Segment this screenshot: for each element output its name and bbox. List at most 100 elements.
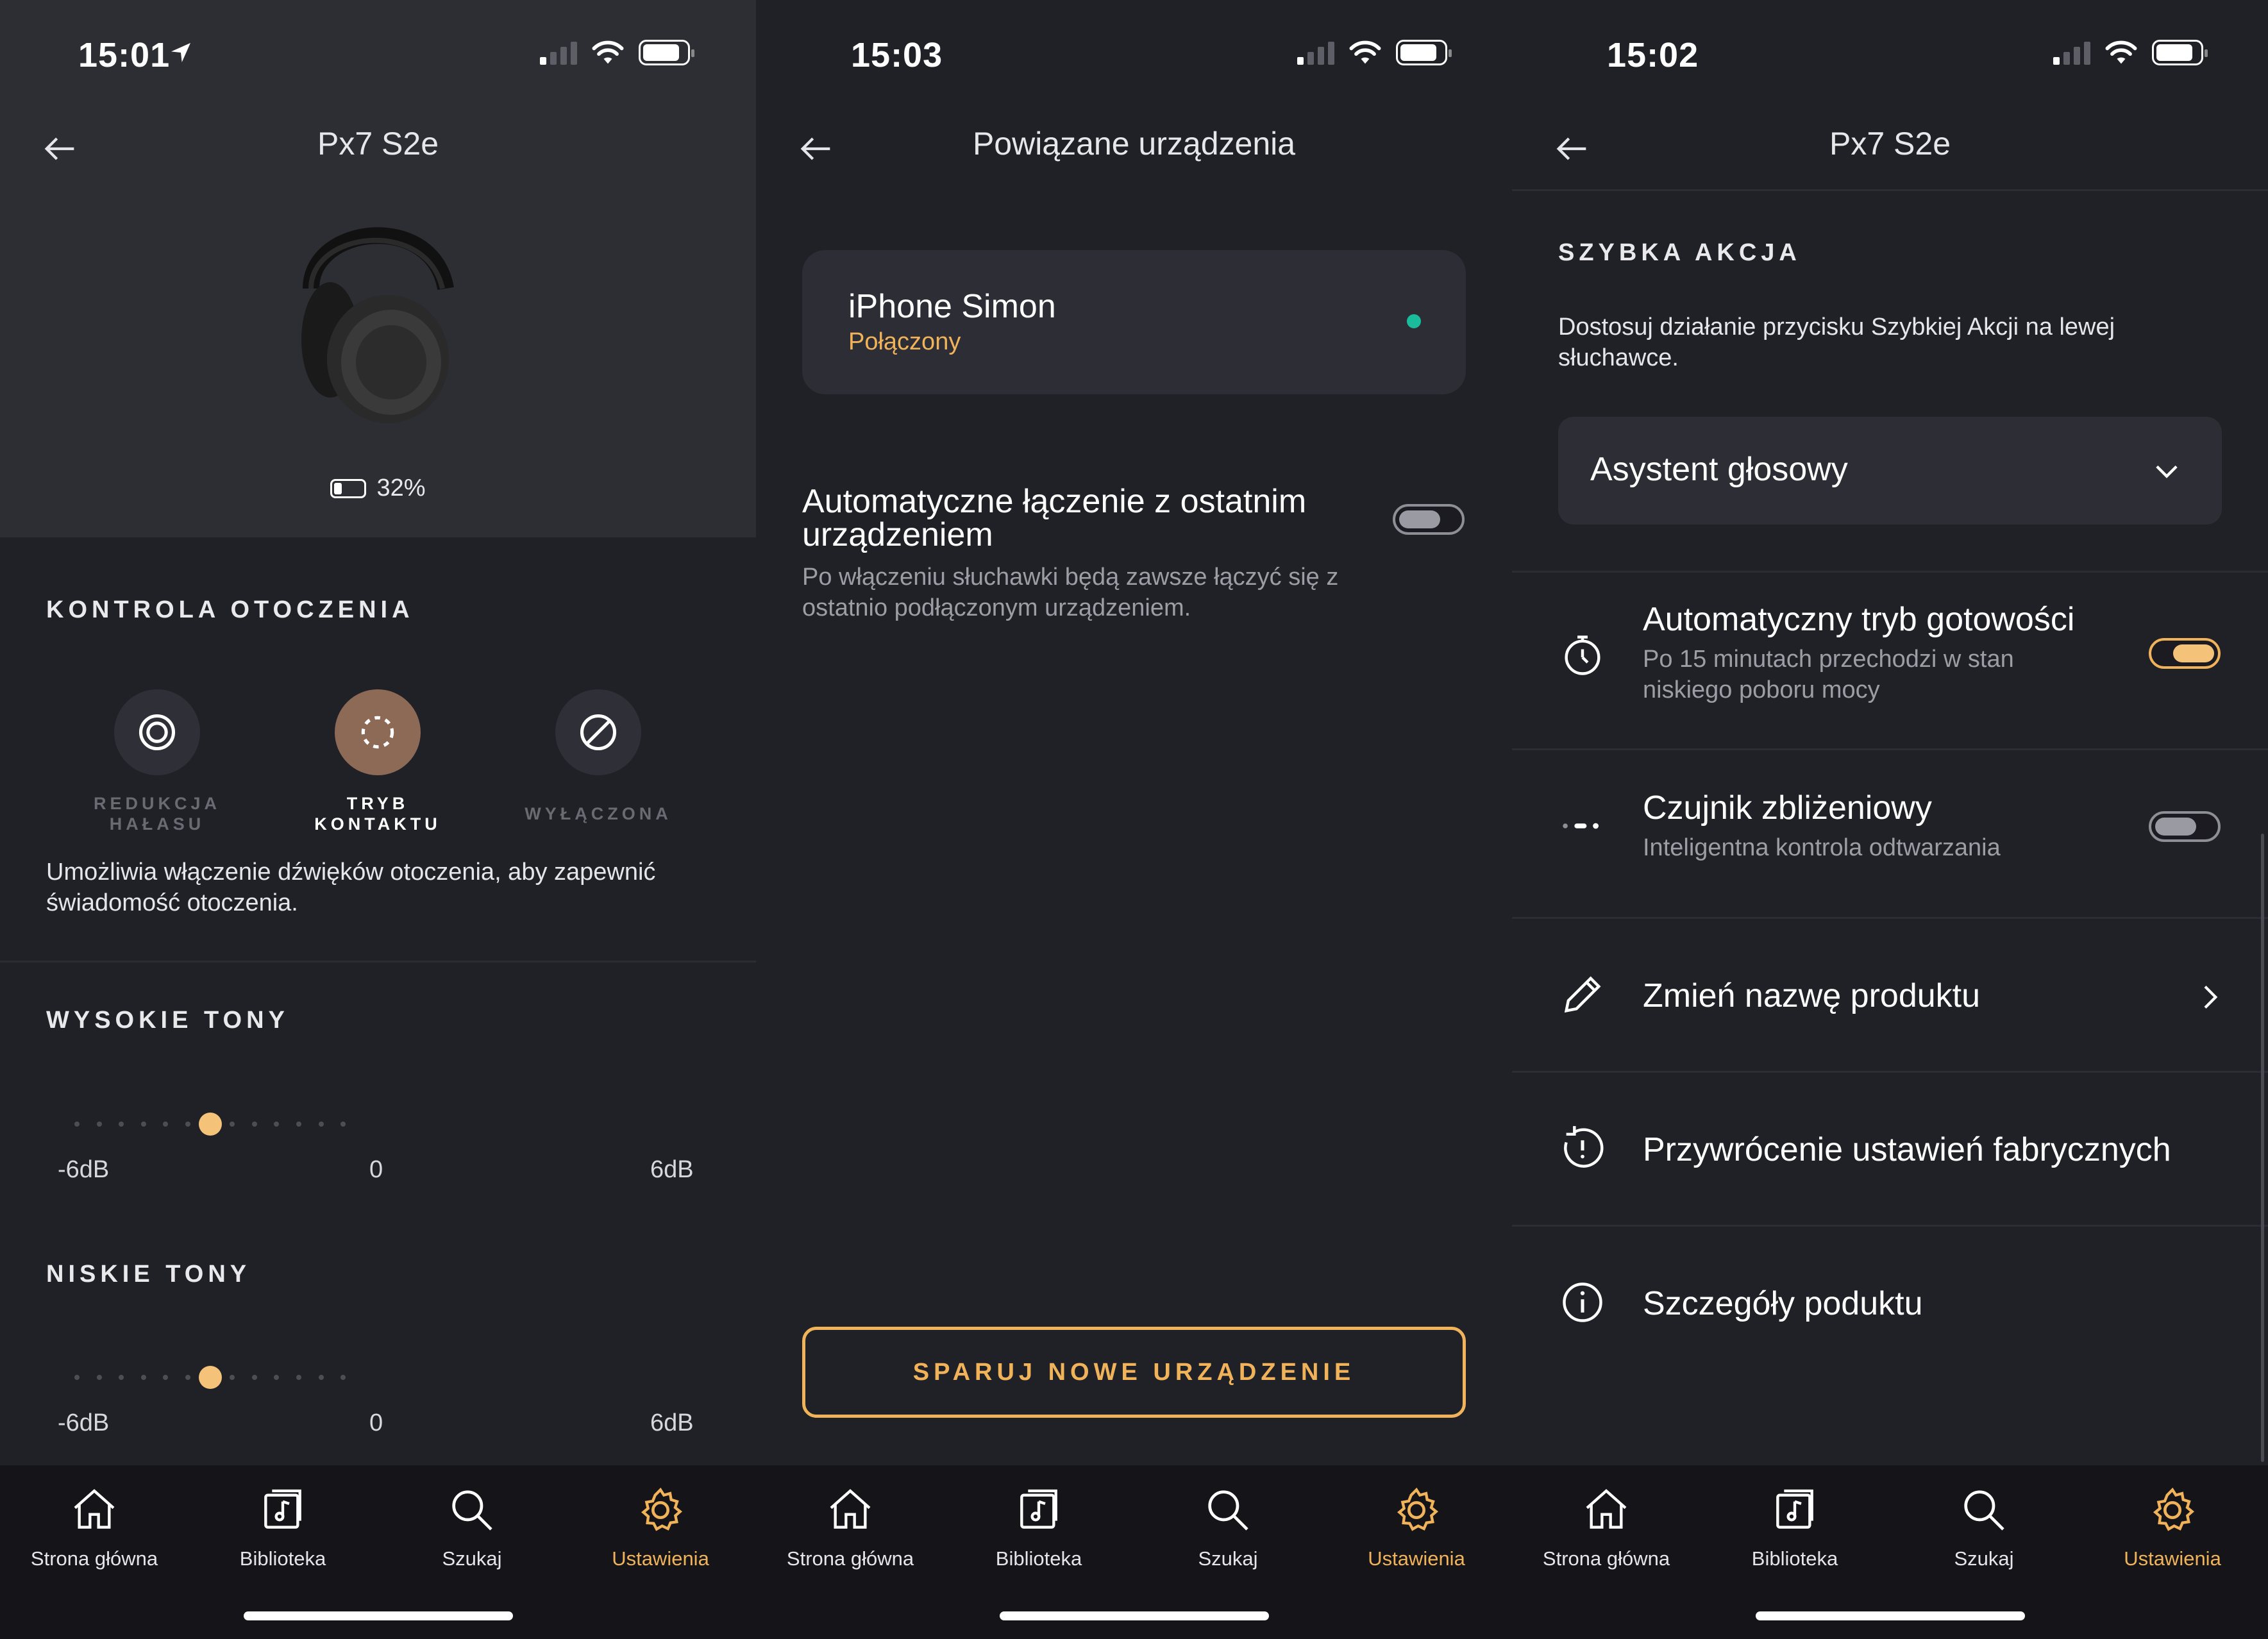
slider-step-dot[interactable] — [340, 1375, 346, 1380]
page-title: Px7 S2e — [317, 126, 439, 162]
standby-toggle[interactable] — [2149, 638, 2221, 669]
cellular-signal-icon — [540, 40, 577, 65]
rename-product-row[interactable]: Zmień nazwę produktu — [1512, 919, 2256, 1071]
ambient-description: Umożliwia włączenie dźwięków otoczenia, … — [46, 859, 656, 916]
quick-action-value: Asystent głosowy — [1590, 451, 1848, 488]
rename-label: Zmień nazwę produktu — [1643, 977, 1981, 1014]
pair-new-device-button[interactable]: SPARUJ NOWE URZĄDZENIE — [802, 1327, 1466, 1418]
mode-label: TRYB KONTAKTU — [314, 794, 441, 834]
slider-step-dot[interactable] — [163, 1375, 169, 1380]
treble-scale: -6dB 0 6dB — [46, 1156, 713, 1195]
tab-home[interactable]: Strona główna — [0, 1484, 189, 1570]
status-icons — [1297, 40, 1452, 65]
slider-step-dot[interactable] — [185, 1375, 190, 1380]
tab-label: Biblioteka — [239, 1547, 326, 1570]
proximity-toggle[interactable] — [2149, 811, 2221, 842]
bass-scale: -6dB 0 6dB — [46, 1409, 713, 1448]
mode-noise-cancelling[interactable]: REDUKCJA HAŁASU — [74, 689, 240, 834]
tab-library[interactable]: Biblioteka — [189, 1484, 377, 1570]
slider-step-dot[interactable] — [296, 1122, 301, 1127]
bass-label: NISKIE TONY — [46, 1261, 251, 1288]
slider-step-dot[interactable] — [96, 1375, 102, 1380]
proximity-title: Czujnik zbliżeniowy — [1643, 789, 1932, 827]
slider-step-dot[interactable] — [119, 1122, 124, 1127]
slider-step-dot[interactable] — [74, 1375, 80, 1380]
tab-library[interactable]: Biblioteka — [945, 1484, 1133, 1570]
off-icon — [555, 689, 641, 775]
tab-search[interactable]: Szukaj — [1134, 1484, 1322, 1570]
tab-home[interactable]: Strona główna — [756, 1484, 945, 1570]
proximity-description: Inteligentna kontrola odtwarzania — [1643, 834, 2001, 861]
cellular-signal-icon — [2053, 40, 2090, 65]
pencil-icon — [1564, 976, 1601, 1013]
slider-step-dot[interactable] — [74, 1122, 80, 1127]
location-arrow-icon — [171, 43, 190, 62]
mode-ambient-pass-through[interactable]: TRYB KONTAKTU — [294, 689, 461, 834]
tab-settings-gear[interactable]: Ustawienia — [566, 1484, 755, 1570]
product-details-row[interactable]: Szczegóły poduktu — [1512, 1227, 2256, 1379]
tab-home[interactable]: Strona główna — [1512, 1484, 1701, 1570]
slider-step-dot[interactable] — [274, 1122, 280, 1127]
battery-level: 32% — [0, 475, 756, 502]
bass-track[interactable] — [46, 1365, 713, 1390]
status-icons — [2053, 40, 2208, 65]
cellular-signal-icon — [1297, 40, 1334, 65]
slider-step-dot[interactable] — [296, 1375, 301, 1380]
quick-action-select[interactable]: Asystent głosowy — [1558, 417, 2222, 525]
slider-step-dot[interactable] — [318, 1122, 324, 1127]
mode-off[interactable]: WYŁĄCZONA — [515, 689, 682, 824]
scrollbar[interactable] — [2261, 834, 2264, 1462]
tab-search[interactable]: Szukaj — [1890, 1484, 2078, 1570]
home-indicator[interactable] — [1000, 1611, 1269, 1620]
divider — [1512, 571, 2268, 573]
slider-step-dot[interactable] — [119, 1375, 124, 1380]
treble-slider[interactable]: -6dB 0 6dB — [46, 1111, 713, 1195]
home-indicator[interactable] — [1756, 1611, 2025, 1620]
auto-connect-toggle[interactable] — [1393, 504, 1465, 535]
slider-knob[interactable] — [198, 1113, 222, 1136]
tab-label: Ustawienia — [612, 1547, 709, 1570]
page-title: Powiązane urządzenia — [972, 126, 1296, 162]
tab-library[interactable]: Biblioteka — [1701, 1484, 1889, 1570]
ambient-pass-through-icon — [335, 689, 421, 775]
toggle-thumb — [2173, 644, 2214, 662]
mode-label: WYŁĄCZONA — [525, 804, 672, 823]
tab-label: Biblioteka — [1751, 1547, 1838, 1570]
slider-step-dot[interactable] — [230, 1375, 235, 1380]
tab-settings-gear[interactable]: Ustawienia — [1322, 1484, 1511, 1570]
paired-device-card[interactable]: iPhone Simon Połączony — [802, 250, 1466, 394]
tab-search[interactable]: Szukaj — [378, 1484, 566, 1570]
slider-step-dot[interactable] — [96, 1122, 102, 1127]
factory-reset-label: Przywrócenie ustawień fabrycznych — [1643, 1131, 2171, 1168]
chevron-right-icon — [2204, 986, 2218, 1009]
slider-step-dot[interactable] — [140, 1375, 146, 1380]
treble-track[interactable] — [46, 1111, 713, 1137]
slider-knob[interactable] — [198, 1366, 222, 1389]
wifi-icon — [1349, 40, 1381, 64]
home-indicator[interactable] — [244, 1611, 513, 1620]
factory-reset-row[interactable]: Przywrócenie ustawień fabrycznych — [1512, 1073, 2256, 1225]
slider-step-dot[interactable] — [251, 1122, 257, 1127]
home-icon — [74, 1489, 115, 1529]
library-icon — [1776, 1489, 1813, 1529]
slider-step-dot[interactable] — [140, 1122, 146, 1127]
scale-center: 0 — [369, 1156, 383, 1183]
slider-step-dot[interactable] — [318, 1375, 324, 1380]
slider-step-dot[interactable] — [230, 1122, 235, 1127]
bass-slider[interactable]: -6dB 0 6dB — [46, 1365, 713, 1448]
settings-gear-icon — [1397, 1487, 1439, 1531]
tab-label: Biblioteka — [995, 1547, 1082, 1570]
slider-step-dot[interactable] — [274, 1375, 280, 1380]
page-title: Px7 S2e — [1829, 126, 1951, 162]
tab-label: Szukaj — [1198, 1547, 1258, 1570]
screen-product-settings: 15:02 Px7 S2e SZYBKA AKCJA Dostosuj dzia… — [1512, 0, 2268, 1639]
product-hero: 15:01 Px7 S2e 32% — [0, 0, 756, 537]
slider-step-dot[interactable] — [251, 1375, 257, 1380]
slider-step-dot[interactable] — [163, 1122, 169, 1127]
factory-reset-icon — [1564, 1126, 1604, 1168]
toggle-thumb — [1399, 510, 1440, 528]
search-icon — [1964, 1490, 2004, 1531]
slider-step-dot[interactable] — [340, 1122, 346, 1127]
tab-settings-gear[interactable]: Ustawienia — [2078, 1484, 2267, 1570]
slider-step-dot[interactable] — [185, 1122, 190, 1127]
